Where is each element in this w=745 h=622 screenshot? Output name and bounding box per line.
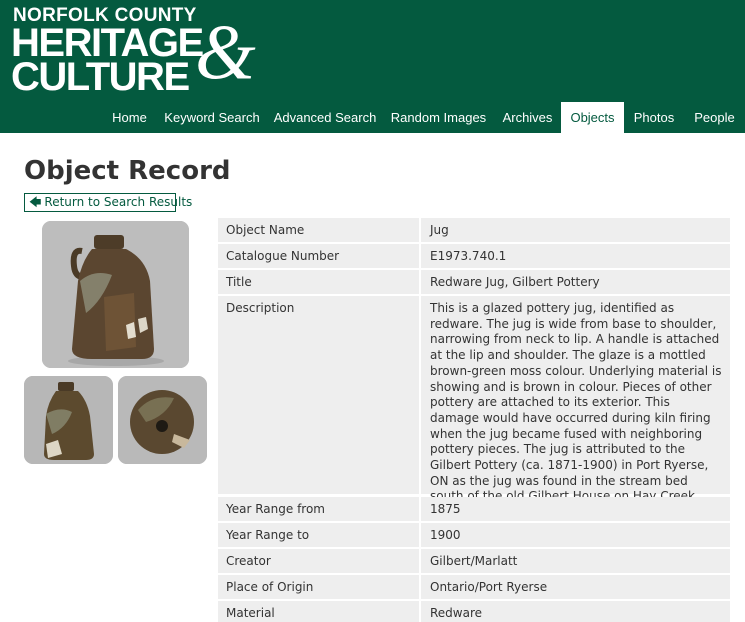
field-value: Redware Jug, Gilbert Pottery: [421, 270, 730, 294]
field-value: E1973.740.1: [421, 244, 730, 268]
jug-side-image: [24, 376, 113, 464]
nav-item-random-images[interactable]: Random Images: [383, 102, 494, 133]
field-label: Catalogue Number: [218, 244, 419, 268]
field-label: Place of Origin: [218, 575, 419, 599]
field-label: Year Range to: [218, 523, 419, 547]
table-row: Catalogue Number E1973.740.1: [218, 244, 730, 268]
table-row: Year Range from 1875: [218, 497, 730, 521]
field-label: Description: [218, 296, 419, 494]
nav-item-photos[interactable]: Photos: [624, 102, 684, 133]
return-to-results-button[interactable]: 🡄 Return to Search Results: [24, 193, 192, 212]
table-row: Material Redware: [218, 601, 730, 622]
field-value: This is a glazed pottery jug, identified…: [421, 296, 730, 519]
table-row: Title Redware Jug, Gilbert Pottery: [218, 270, 730, 294]
nav-item-home[interactable]: Home: [102, 102, 157, 133]
logo-ampersand: &: [195, 8, 256, 95]
table-row: Creator Gilbert/Marlatt: [218, 549, 730, 573]
field-value: Redware: [421, 601, 730, 622]
nav-item-people[interactable]: People: [684, 102, 745, 133]
field-label: Year Range from: [218, 497, 419, 521]
nav-item-advanced-search[interactable]: Advanced Search: [267, 102, 383, 133]
table-row: Place of Origin Ontario/Port Ryerse: [218, 575, 730, 599]
nav-item-archives[interactable]: Archives: [494, 102, 561, 133]
table-row: Object Name Jug: [218, 218, 730, 242]
jug-image: [42, 221, 189, 368]
field-label: Creator: [218, 549, 419, 573]
field-value: 1900: [421, 523, 730, 547]
arrow-left-icon: 🡄: [29, 195, 42, 209]
field-value: Ontario/Port Ryerse: [421, 575, 730, 599]
field-value: Jug: [421, 218, 730, 242]
nav-item-keyword-search[interactable]: Keyword Search: [157, 102, 267, 133]
field-value: 1875: [421, 497, 730, 521]
field-label: Material: [218, 601, 419, 622]
field-label: Object Name: [218, 218, 419, 242]
field-value: Gilbert/Marlatt: [421, 549, 730, 573]
main-object-image[interactable]: [42, 221, 189, 368]
table-row: Description This is a glazed pottery jug…: [218, 296, 730, 519]
thumbnail-image-1[interactable]: [24, 376, 113, 464]
field-label: Title: [218, 270, 419, 294]
jug-top-image: [118, 376, 207, 464]
thumbnail-image-2[interactable]: [118, 376, 207, 464]
return-button-label: Return to Search Results: [44, 195, 193, 209]
main-nav: Home Keyword Search Advanced Search Rand…: [0, 102, 745, 133]
nav-item-objects[interactable]: Objects: [561, 102, 624, 133]
logo-culture-text[interactable]: CULTURE: [11, 57, 190, 97]
site-header: NORFOLK COUNTY HERITAGE CULTURE & Home K…: [0, 0, 745, 133]
table-row: Year Range to 1900: [218, 523, 730, 547]
page-title: Object Record: [24, 156, 231, 186]
